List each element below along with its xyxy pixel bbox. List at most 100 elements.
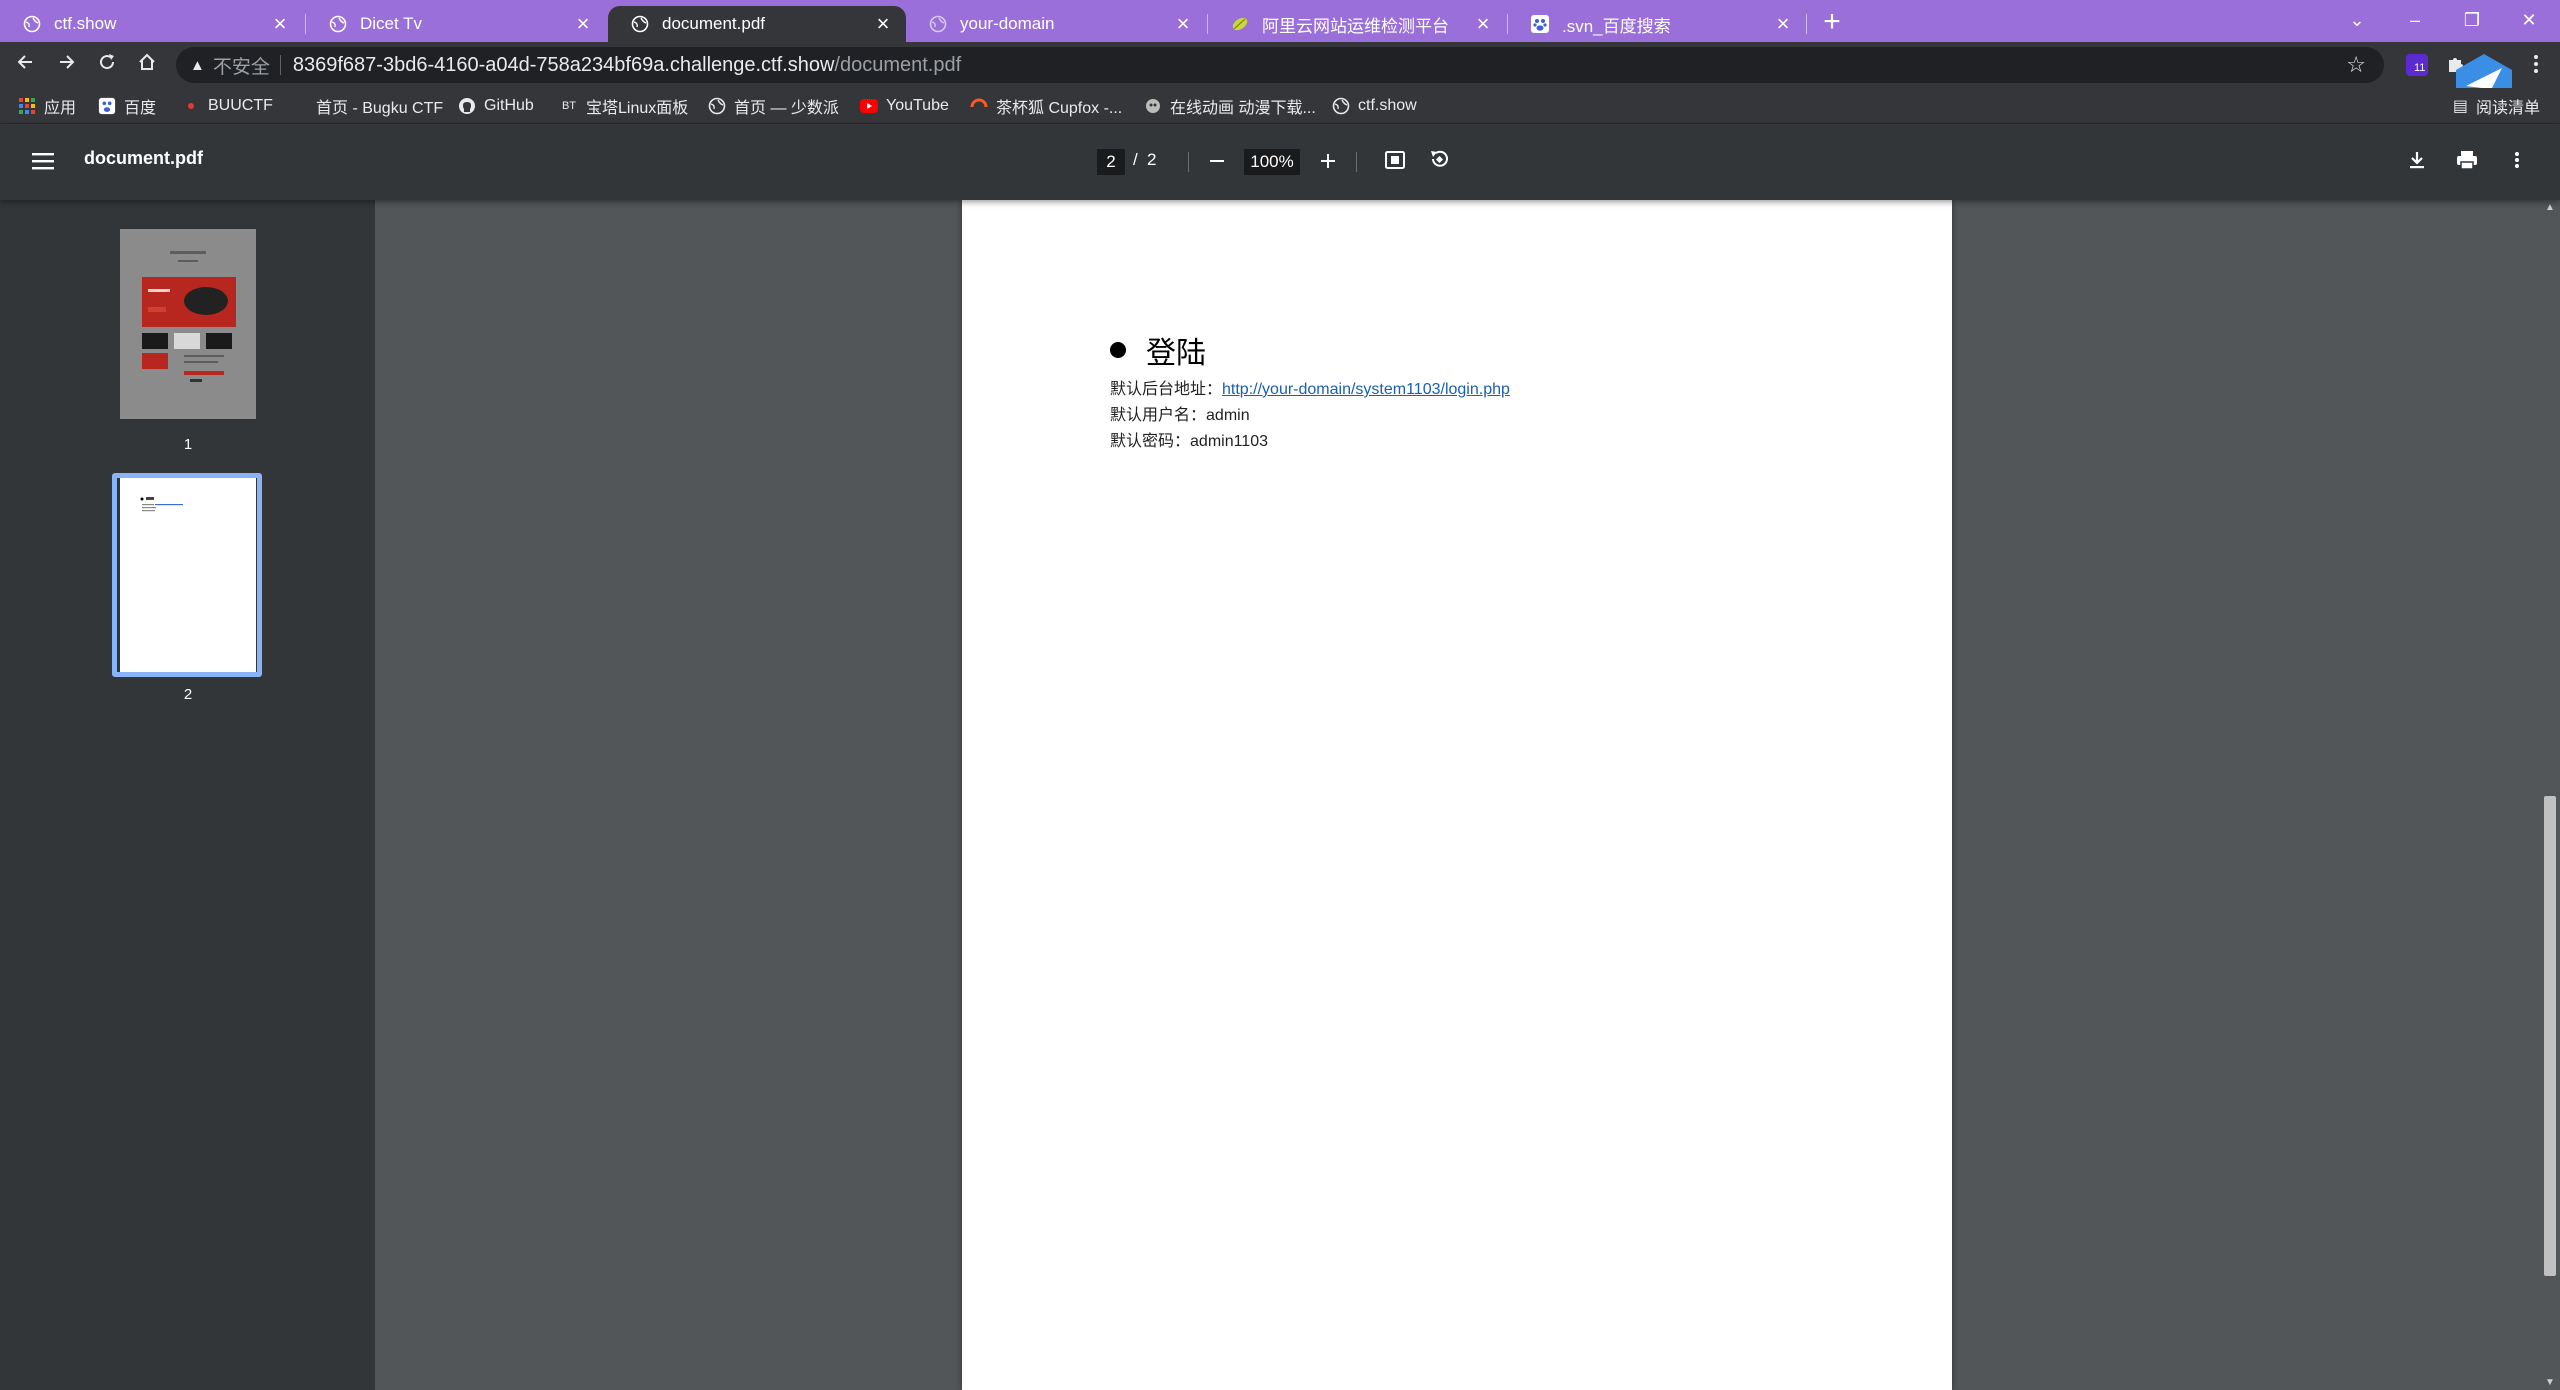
scroll-up-icon[interactable]: ▲: [2545, 202, 2555, 213]
browser-menu-button[interactable]: [2524, 52, 2550, 78]
vertical-scrollbar[interactable]: ▲ ▼: [2540, 200, 2560, 1390]
back-button[interactable]: [10, 49, 42, 81]
tab-title: ctf.show: [54, 14, 117, 33]
thumbnail-preview-image: [120, 478, 256, 672]
globe-icon: [328, 14, 348, 34]
password-label: 默认密码：: [1110, 433, 1191, 450]
bookmark-ctfshow[interactable]: ctf.show: [1332, 94, 1417, 118]
cupfox-icon: [970, 97, 988, 115]
security-label[interactable]: 不安全: [213, 52, 270, 79]
download-button[interactable]: [2402, 146, 2432, 176]
restore-button[interactable]: ❐: [2447, 4, 2497, 36]
close-icon[interactable]: ×: [1174, 13, 1192, 35]
section-heading: 登陆: [1110, 328, 1206, 372]
bookmark-label: GitHub: [484, 97, 534, 114]
minimize-button[interactable]: –: [2390, 4, 2440, 36]
forward-button[interactable]: [50, 49, 82, 81]
globe-icon: [708, 97, 726, 115]
rotate-counterclockwise-icon: [1431, 150, 1448, 167]
scrollbar-thumb[interactable]: [2544, 796, 2556, 1276]
zoom-in-button[interactable]: [1313, 146, 1343, 176]
scroll-down-icon[interactable]: ▼: [2545, 1377, 2555, 1388]
reading-list-icon: ▤: [2452, 98, 2468, 115]
printer-icon: [2457, 151, 2477, 170]
page-separator: /: [1133, 150, 1138, 169]
zoom-input[interactable]: 100%: [1244, 149, 1300, 175]
password-line: 默认密码：admin1103: [1110, 427, 1268, 451]
close-icon[interactable]: ×: [271, 13, 289, 35]
page-total: 2: [1147, 150, 1157, 169]
close-window-button[interactable]: ✕: [2504, 4, 2554, 36]
bookmark-anime[interactable]: 在线动画 动漫下载...: [1144, 94, 1316, 118]
tab-title: document.pdf: [662, 14, 766, 33]
tab-aliyun[interactable]: 阿里云网站运维检测平台 ×: [1208, 6, 1506, 42]
leaf-icon: [1230, 14, 1250, 34]
tab-dicet-tv[interactable]: Dicet Tv ×: [306, 6, 606, 42]
page-number-input[interactable]: 2: [1097, 149, 1125, 175]
print-button[interactable]: [2452, 146, 2482, 176]
toolbar-divider: [1188, 152, 1189, 172]
admin-url-line: 默认后台地址：http://your-domain/system1103/log…: [1110, 375, 1510, 399]
heading-text: 登陆: [1146, 337, 1206, 370]
extension-button[interactable]: 11: [2404, 52, 2430, 78]
tab-your-domain[interactable]: your-domain ×: [906, 6, 1206, 42]
bookmark-bugku[interactable]: 首页 - Bugku CTF: [290, 94, 443, 118]
reload-button[interactable]: [91, 49, 123, 81]
youtube-icon: [860, 97, 878, 115]
close-icon[interactable]: ×: [1774, 13, 1792, 35]
pdf-viewer: 登陆 默认后台地址：http://your-domain/system1103/…: [375, 200, 2540, 1390]
home-button[interactable]: [131, 49, 163, 81]
browser-toolbar: ▲ 不安全 8369f687-3bd6-4160-a04d-758a234bf6…: [0, 42, 2560, 88]
bookmark-label: YouTube: [886, 97, 949, 114]
bookmark-label: 首页 - Bugku CTF: [316, 100, 444, 117]
url-host: 8369f687-3bd6-4160-a04d-758a234bf69a.cha…: [292, 53, 835, 76]
address-divider: [279, 55, 281, 75]
username-value: admin: [1206, 407, 1250, 424]
bookmark-star-icon[interactable]: ☆: [2346, 52, 2366, 78]
tab-search-icon[interactable]: ⌄: [2332, 4, 2382, 36]
tab-strip: ctf.show × Dicet Tv × document.pdf × you…: [0, 0, 2560, 42]
rotate-button[interactable]: [1424, 146, 1454, 176]
tab-title: Dicet Tv: [360, 14, 423, 33]
bookmark-label: 应用: [44, 100, 77, 117]
tab-title: your-domain: [960, 14, 1055, 33]
bt-icon: BT: [561, 100, 577, 112]
tab-ctf-show[interactable]: ctf.show ×: [0, 6, 303, 42]
username-label: 默认用户名：: [1110, 407, 1207, 424]
tab-svn-baidu[interactable]: .svn_百度搜索 ×: [1508, 6, 1806, 42]
fit-page-button[interactable]: [1380, 146, 1410, 176]
sidebar-toggle-button[interactable]: [28, 146, 58, 176]
more-vertical-icon: [2534, 55, 2538, 73]
new-tab-button[interactable]: +: [1818, 7, 1846, 37]
plus-icon: [1321, 154, 1335, 168]
page-thumbnail-1[interactable]: [120, 229, 256, 419]
bookmark-github[interactable]: GitHub: [458, 94, 534, 118]
bookmark-sspai[interactable]: 首页 — 少数派: [708, 94, 839, 118]
tab-document-pdf[interactable]: document.pdf ×: [608, 6, 906, 42]
more-options-button[interactable]: [2502, 146, 2532, 176]
warning-triangle-icon[interactable]: ▲: [190, 57, 205, 74]
hamburger-menu-icon: [32, 153, 54, 170]
baidu-paw-icon: [1530, 14, 1550, 34]
close-icon[interactable]: ×: [874, 13, 892, 35]
globe-icon: [1332, 97, 1350, 115]
zoom-out-button[interactable]: [1202, 146, 1232, 176]
address-bar[interactable]: ▲ 不安全 8369f687-3bd6-4160-a04d-758a234bf6…: [176, 47, 2384, 83]
tab-divider: [1806, 14, 1807, 34]
close-icon[interactable]: ×: [1474, 13, 1492, 35]
page-thumbnail-2[interactable]: [120, 478, 256, 672]
url-path: /document.pdf: [834, 53, 962, 76]
admin-url-link[interactable]: http://your-domain/system1103/login.php: [1222, 381, 1510, 398]
bookmark-baota[interactable]: BT 宝塔Linux面板: [560, 94, 688, 118]
bookmark-baidu[interactable]: 百度: [98, 94, 156, 118]
more-vertical-icon: [2515, 152, 2519, 168]
bookmark-label: 在线动画 动漫下载...: [1170, 100, 1316, 117]
reading-list-button[interactable]: ▤ 阅读清单: [2453, 94, 2540, 118]
bookmark-cupfox[interactable]: 茶杯狐 Cupfox -...: [970, 94, 1122, 118]
bookmark-buuctf[interactable]: BUUCTF: [182, 94, 273, 118]
toolbar-divider: [1356, 152, 1357, 172]
bookmark-apps[interactable]: 应用: [18, 94, 76, 118]
close-icon[interactable]: ×: [574, 13, 592, 35]
bookmark-youtube[interactable]: YouTube: [860, 94, 949, 118]
home-icon: [139, 53, 155, 70]
